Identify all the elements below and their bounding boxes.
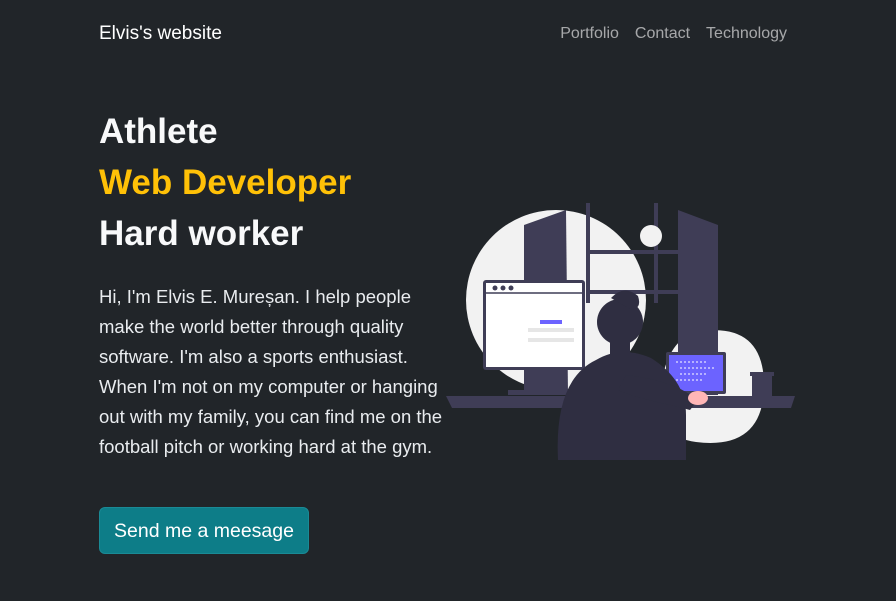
hero-section: Athlete Web Developer Hard worker Hi, I'… bbox=[99, 106, 449, 462]
nav-link-contact[interactable]: Contact bbox=[635, 23, 690, 45]
headline-athlete: Athlete bbox=[99, 112, 218, 151]
nav-link-technology[interactable]: Technology bbox=[706, 23, 787, 45]
developer-illustration bbox=[446, 203, 795, 460]
headline-hard-worker: Hard worker bbox=[99, 214, 304, 253]
nav-links: Portfolio Contact Technology bbox=[560, 23, 787, 45]
hero-intro: Hi, I'm Elvis E. Mureșan. I help people … bbox=[99, 286, 443, 457]
hero-headline: Athlete Web Developer Hard worker bbox=[99, 106, 449, 259]
navbar: Elvis's website Portfolio Contact Techno… bbox=[0, 0, 896, 68]
send-message-button[interactable]: Send me a meesage bbox=[99, 507, 309, 554]
brand-link[interactable]: Elvis's website bbox=[99, 22, 222, 46]
nav-link-portfolio[interactable]: Portfolio bbox=[560, 23, 619, 45]
headline-web-developer: Web Developer bbox=[99, 163, 352, 202]
